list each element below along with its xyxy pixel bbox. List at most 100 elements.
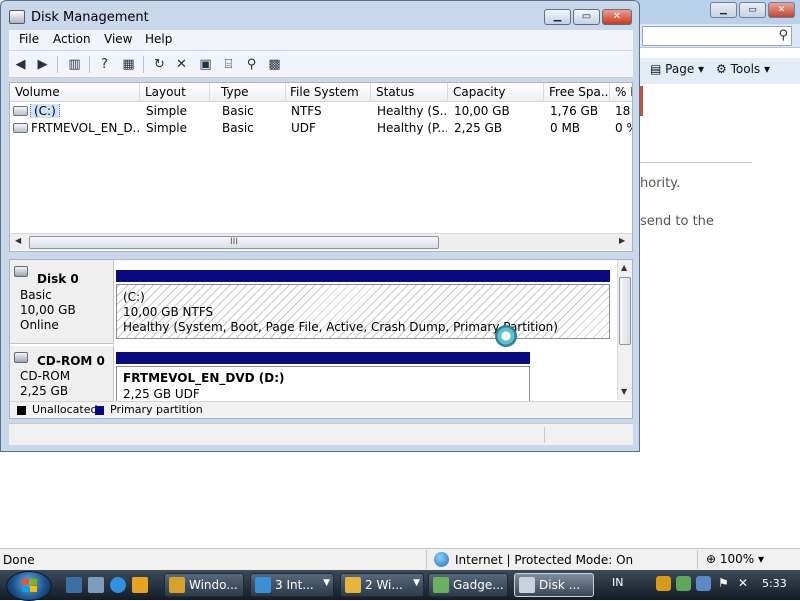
volume-capacity: 10,00 GB [454,104,510,118]
search-icon[interactable]: ⚲ [242,55,261,74]
zoom-control[interactable]: ⊕ 100% ▾ [706,552,764,566]
ie-maximize-button[interactable]: ▭ [739,2,766,18]
partition-status: Healthy (System, Boot, Page File, Active… [123,320,558,334]
volume-percent-free: 0 % [615,121,632,135]
language-indicator[interactable]: IN [612,576,623,589]
refresh-icon[interactable]: ↻ [150,55,169,74]
start-button[interactable] [6,571,52,601]
help-icon[interactable]: ? [95,55,114,74]
switch-windows-icon[interactable] [88,577,104,593]
ie-search-bar: ⚲ [640,24,800,48]
disk-size: 10,00 GB [20,303,76,317]
legend-label: Primary partition [110,403,203,416]
search-icon[interactable]: ⚲ [778,28,788,43]
ie-page-text: hority. [640,176,681,191]
scrollbar-thumb[interactable] [619,277,631,345]
settings-icon[interactable]: ▩ [265,55,284,74]
column-free-space[interactable]: Free Spa... [544,83,610,102]
volume-capacity: 2,25 GB [454,121,503,135]
ie-search-input[interactable] [642,26,792,46]
table-row[interactable]: FRTMEVOL_EN_D... Simple Basic UDF Health… [10,120,632,137]
close-button[interactable]: ✕ [602,9,632,25]
column-type[interactable]: Type [216,83,286,102]
menu-action[interactable]: Action [53,32,91,46]
horizontal-scrollbar[interactable]: ◀ III ▶ [10,233,632,250]
volume-status: Healthy (S... [377,104,447,118]
toolbar-separator [57,56,58,73]
volume-free-space: 1,76 GB [550,104,599,118]
column-percent-free[interactable]: % F [610,83,632,102]
disk-0-label[interactable]: Disk 0 Basic 10,00 GB Online [10,260,114,344]
ie-close-button[interactable]: ✕ [768,2,795,18]
partition-name: FRTMEVOL_EN_DVD (D:) [123,371,285,385]
show-desktop-icon[interactable] [66,577,82,593]
minimize-button[interactable]: ▁ [544,9,571,25]
column-capacity[interactable]: Capacity [448,83,544,102]
menu-help[interactable]: Help [145,32,172,46]
status-bar [9,423,633,445]
ie-icon[interactable] [110,577,126,593]
volume-file-system: NTFS [291,104,322,118]
tools-menu-button[interactable]: ⚙ Tools ▾ [716,62,770,76]
ie-accent-bar [640,86,643,116]
network-icon[interactable] [696,576,711,591]
disk-graphical-view: Disk 0 Basic 10,00 GB Online (C:) 10,00 … [9,259,633,419]
open-folder-icon[interactable]: ⌸ [219,55,238,74]
taskbar-button[interactable]: 2 Wi... ▼ [340,573,424,597]
maximize-button[interactable]: ▭ [573,9,600,25]
security-alert-icon[interactable] [656,576,671,591]
back-icon[interactable]: ◀ [11,55,30,74]
scroll-right-icon[interactable]: ▶ [619,236,625,245]
ie-minimize-button[interactable]: ▁ [710,2,737,18]
taskbar-button[interactable]: Gadge... [428,573,508,597]
network-status-icon[interactable] [676,576,691,591]
ie-status-bar: Done Internet | Protected Mode: On ⊕ 100… [0,548,800,570]
delete-icon[interactable]: ✕ [172,55,191,74]
properties-sheet-icon[interactable]: ▣ [196,55,215,74]
partition-c[interactable]: (C:) 10,00 GB NTFS Healthy (System, Boot… [116,284,610,347]
security-zone[interactable]: Internet | Protected Mode: On [426,550,698,569]
scroll-left-icon[interactable]: ◀ [15,236,21,245]
column-volume[interactable]: Volume [10,83,140,102]
column-status[interactable]: Status [371,83,448,102]
volume-type: Basic [222,121,254,135]
toolbar-separator [143,56,144,73]
flag-icon[interactable]: ⚑ [718,576,733,591]
disk-size: 2,25 GB [20,384,69,398]
disk-name: Disk 0 [37,272,79,286]
cdrom-0-label[interactable]: CD-ROM 0 CD-ROM 2,25 GB [10,346,114,402]
taskbar-button-active[interactable]: Disk ... [514,573,594,597]
column-layout[interactable]: Layout [140,83,210,102]
table-row[interactable]: (C:) Simple Basic NTFS Healthy (S... 10,… [10,103,632,120]
scroll-down-icon[interactable]: ▼ [621,387,627,396]
menu-bar: File Action View Help [9,30,633,50]
taskbar-button[interactable]: Windo... [164,573,244,597]
scroll-up-icon[interactable]: ▲ [621,263,627,272]
ie-divider [640,162,752,163]
volume-list: Volume Layout Type File System Status Ca… [9,82,633,252]
scrollbar-thumb[interactable]: III [29,236,439,249]
gadget-icon [433,577,449,593]
menu-file[interactable]: File [19,32,39,46]
forward-icon[interactable]: ▶ [33,55,52,74]
status-separator [544,427,545,443]
taskbar-button[interactable]: 3 Int... ▼ [250,573,334,597]
partition-size: 10,00 GB NTFS [123,305,214,319]
volume-muted-icon[interactable]: ✕ [738,576,753,591]
vertical-scrollbar[interactable]: ▲ ▼ [617,260,632,400]
primary-partition-bar [116,352,530,364]
show-hide-tree-icon[interactable]: ▥ [65,55,84,74]
ie-icon [255,577,271,593]
shield-icon [169,577,185,593]
windows-logo-icon [22,579,38,593]
properties-icon[interactable]: ▦ [119,55,138,74]
menu-view[interactable]: View [104,32,132,46]
window-title: Disk Management [31,10,149,25]
column-file-system[interactable]: File System [285,83,371,102]
chevron-down-icon: ▼ [323,578,330,588]
media-player-icon[interactable] [132,577,148,593]
partition-d[interactable]: FRTMEVOL_EN_DVD (D:) 2,25 GB UDF [116,366,530,406]
clock[interactable]: 5:33 [762,577,787,590]
page-menu-button[interactable]: ▤ Page ▾ [650,62,704,76]
ie-title-bar: ▁ ▭ ✕ [636,0,800,24]
